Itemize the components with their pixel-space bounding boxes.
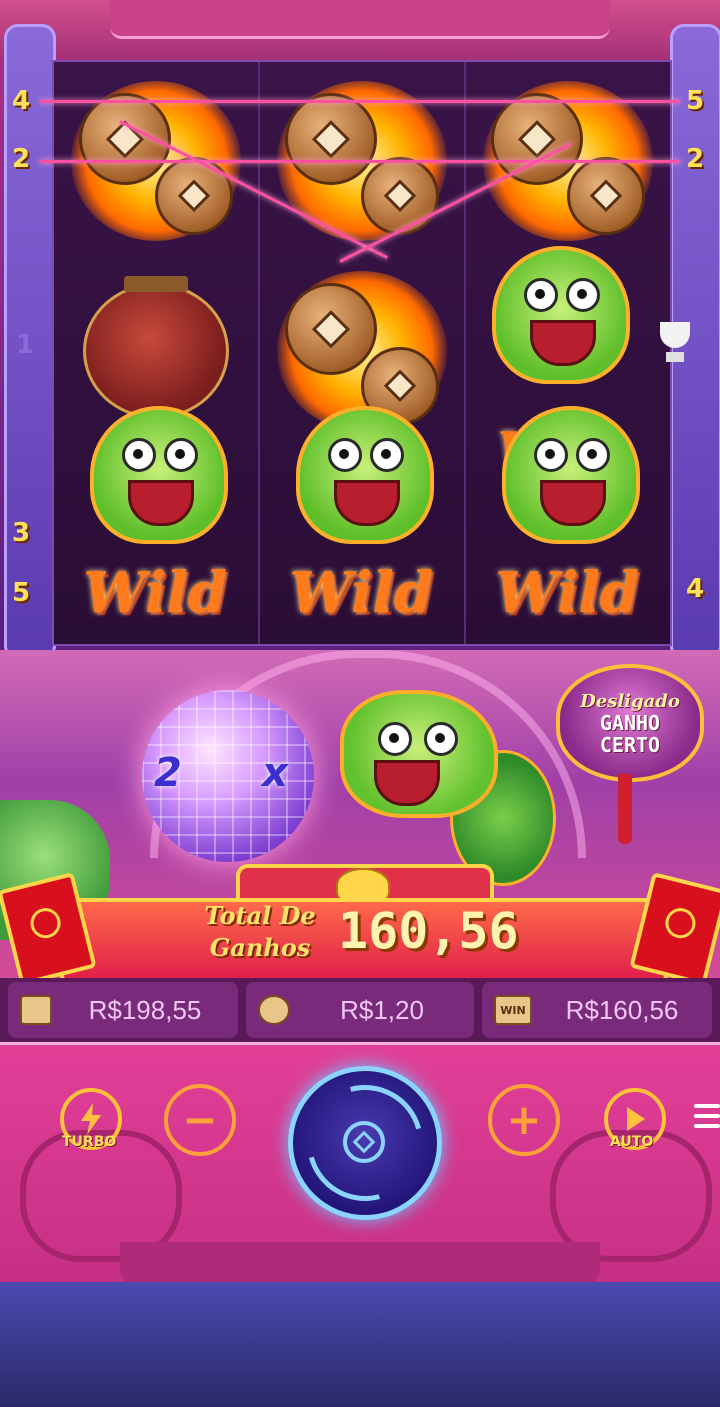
multiplier-value: 2 [154, 750, 182, 796]
increase-bet-button[interactable]: + [488, 1084, 560, 1156]
decrease-bet-button[interactable]: − [164, 1084, 236, 1156]
wild-label: Wild [495, 560, 639, 626]
trophy-icon[interactable] [652, 322, 698, 366]
payline-number-right: 5 [686, 86, 705, 116]
total-win-amount: 160,56 [338, 902, 519, 960]
tassel [618, 774, 632, 844]
dragon-mascot [330, 670, 556, 886]
stats-bar: R$198,55 R$1,20 WIN R$160,56 [0, 978, 720, 1042]
plus-icon: + [506, 1095, 542, 1144]
total-win-label-line-2: Ganhos [209, 933, 311, 962]
wild-label: Wild [83, 560, 227, 626]
floor-background [0, 1282, 720, 1407]
minus-icon: − [182, 1095, 218, 1144]
payline-number-left: 5 [12, 578, 31, 608]
bet-display[interactable]: R$1,20 [246, 982, 474, 1038]
hamburger-menu-icon[interactable] [694, 1104, 720, 1132]
payline-number-left: 1 [16, 330, 35, 360]
guarantee-status: Desligado [580, 690, 680, 712]
payline [40, 100, 680, 103]
wallet-icon [20, 995, 52, 1025]
wild-label: Wild [289, 560, 433, 626]
roof-ornament [110, 0, 610, 39]
auto-label: AUTO [610, 1134, 654, 1150]
payline-number-right: 4 [686, 574, 705, 604]
win-badge-icon: WIN [494, 995, 532, 1025]
symbol-wild: Wild [256, 406, 466, 646]
disco-ball-multiplier: 2 x [142, 690, 314, 862]
coin-stack-icon [258, 995, 290, 1025]
guarantee-label-1: GANHO [599, 710, 661, 735]
balance-value: R$198,55 [88, 994, 202, 1025]
coin-center-icon [343, 1121, 385, 1163]
symbol-wild: Wild [462, 406, 672, 646]
total-win-banner: Total De Ganhos 160,56 [0, 864, 720, 982]
win-value: R$160,56 [565, 994, 679, 1025]
spin-button[interactable] [285, 1063, 445, 1223]
payline [40, 160, 680, 163]
guarantee-label-2: CERTO [599, 732, 661, 757]
gold-ingot-icon [336, 868, 390, 902]
symbol-wild: Wild [50, 406, 260, 646]
multiplier-x: x [262, 750, 288, 796]
play-icon [627, 1107, 645, 1131]
bet-value: R$1,20 [340, 994, 424, 1025]
lightning-icon [81, 1103, 101, 1135]
balance-display: R$198,55 [8, 982, 238, 1038]
payline-number-right: 2 [686, 144, 705, 174]
turbo-label: TURBO [62, 1134, 117, 1150]
guaranteed-win-toggle[interactable]: Desligado GANHO CERTO [556, 664, 704, 782]
total-win-label-line-1: Total De [204, 901, 316, 930]
payline-number-left: 3 [12, 518, 31, 548]
win-display: WIN R$160,56 [482, 982, 712, 1038]
payline-number-left: 2 [12, 144, 31, 174]
payline-number-left: 4 [12, 86, 31, 116]
total-win-label: Total De Ganhos [190, 900, 330, 964]
